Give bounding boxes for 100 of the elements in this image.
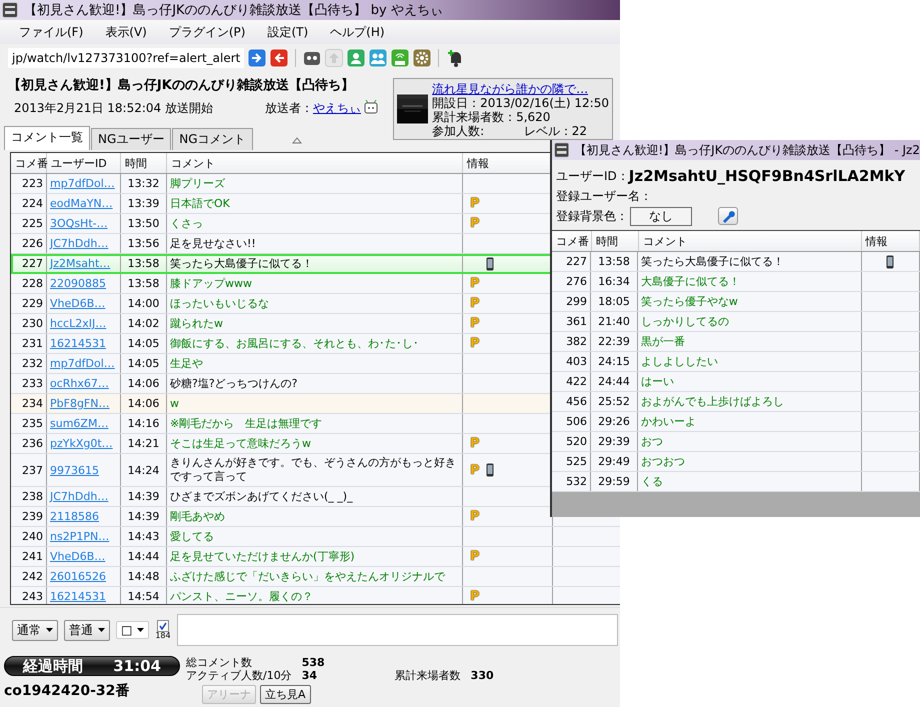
- check-icon: [158, 622, 167, 630]
- comment-text: そこは生足って意味だろうw: [167, 434, 463, 453]
- menu-item[interactable]: プラグイン(P): [158, 22, 256, 42]
- broadcast-icon[interactable]: [391, 49, 410, 67]
- menu-item[interactable]: 表示(V): [94, 22, 158, 42]
- row-number: 242: [11, 567, 47, 586]
- column-header[interactable]: コメ番: [552, 231, 592, 251]
- window-title: 【初見さん歓迎!】島っ仔JKののんびり雑談放送【凸待ち】 - Jz2: [574, 142, 920, 158]
- column-header[interactable]: コメ番: [11, 153, 47, 173]
- color-dropdown[interactable]: □: [116, 621, 150, 639]
- anonymous-label: 184: [155, 632, 171, 640]
- comment-text: パンスト、ニーソ。履くの？: [167, 587, 463, 604]
- user-id-link[interactable]: VheD6B…: [50, 550, 106, 563]
- column-header[interactable]: コメント: [167, 153, 463, 173]
- stat-value: 538: [302, 656, 325, 669]
- start-time: 2013年2月21日 18:52:04 放送開始: [14, 100, 213, 117]
- size-dropdown[interactable]: 普通: [64, 620, 110, 640]
- comment-text: 足を見せていただけませんか(丁寧形): [167, 547, 463, 566]
- tab[interactable]: コメント一覧: [4, 126, 90, 150]
- background-color-field[interactable]: なし: [630, 206, 692, 226]
- row-number: 223: [11, 174, 47, 193]
- column-header[interactable]: 時間: [592, 231, 639, 251]
- premium-label: P: [470, 464, 480, 476]
- row-number: 299: [552, 292, 592, 311]
- time-cell: 14:06: [121, 374, 167, 393]
- user-id-link[interactable]: ns2P1PN…: [50, 530, 110, 543]
- broadcaster-label: 放送者：: [264, 100, 313, 117]
- time-cell: 14:44: [121, 547, 167, 566]
- url-field[interactable]: jp/watch/lv127373100?ref=alert_alert: [8, 48, 244, 68]
- comment-text: 脚プリーズ: [167, 174, 463, 193]
- collapse-icon[interactable]: [292, 137, 302, 144]
- robot-icon[interactable]: [303, 49, 322, 67]
- tab[interactable]: NGコメント: [172, 128, 253, 150]
- menu-item[interactable]: 設定(T): [256, 22, 320, 42]
- row-number: 234: [11, 394, 47, 413]
- seat-button[interactable]: 立ち見A: [260, 685, 311, 704]
- column-header[interactable]: ユーザーID: [47, 153, 121, 173]
- menu-item[interactable]: ファイル(F): [8, 22, 94, 42]
- user-id-link[interactable]: eodMaYN…: [50, 197, 113, 210]
- column-header[interactable]: コメント: [638, 231, 862, 251]
- comment-text: ひざまでズボンあげてください(_ _)_: [167, 487, 463, 506]
- time-cell: 22:39: [591, 332, 638, 351]
- user-id-link[interactable]: ocRhx67…: [50, 377, 109, 390]
- time-cell: 24:44: [591, 372, 638, 391]
- user-id-link[interactable]: sum6ZM…: [50, 417, 108, 430]
- comment-text: 生足や: [167, 354, 463, 373]
- open-date: 開設日：2013/02/16(土) 12:50: [432, 96, 609, 110]
- user-id-link[interactable]: mp7dfDol…: [50, 177, 115, 190]
- user-icon[interactable]: [347, 49, 366, 67]
- row-number: 520: [552, 432, 592, 451]
- user-id-link[interactable]: 9973615: [50, 464, 99, 476]
- row-number: 240: [11, 527, 47, 546]
- broadcaster-link[interactable]: やえちぃ: [312, 100, 361, 117]
- row-number: 456: [552, 392, 592, 411]
- user-id-link[interactable]: VheD6B…: [50, 297, 106, 310]
- room-label: co1942420-32番: [4, 682, 130, 700]
- time-cell: 29:39: [591, 432, 638, 451]
- user-id-link[interactable]: 3OQsHt-…: [50, 217, 108, 230]
- user-id-link[interactable]: hccL2xIJ…: [50, 317, 106, 330]
- face-icon: [364, 100, 378, 114]
- settings-button[interactable]: [718, 207, 738, 225]
- user-id-link[interactable]: JC7hDdh…: [50, 490, 108, 503]
- users-icon[interactable]: [369, 49, 388, 67]
- time-cell: 13:39: [121, 194, 167, 213]
- comment-input[interactable]: [176, 614, 618, 646]
- comment-text: かわいーよ: [638, 412, 862, 431]
- comment-text: 剛毛あやめ: [167, 507, 463, 526]
- time-cell: 29:49: [591, 452, 638, 471]
- user-id-link[interactable]: JC7hDdh…: [50, 237, 108, 250]
- participants-label: 参加人数:: [432, 124, 484, 138]
- row-number: 422: [552, 372, 592, 391]
- command-dropdown[interactable]: 通常: [12, 620, 58, 640]
- connect-icon[interactable]: [248, 49, 266, 67]
- comment-text: およがんでも上歩けばよろし: [638, 392, 862, 411]
- column-header[interactable]: 情報: [862, 231, 920, 251]
- comment-text: 日本語でOK: [167, 194, 463, 213]
- comment-text: くる: [638, 472, 862, 491]
- row-number: 238: [11, 487, 47, 506]
- user-id-link[interactable]: 22090885: [50, 277, 106, 290]
- stat-value: 330: [470, 669, 494, 682]
- menu-item[interactable]: ヘルプ(H): [319, 22, 396, 42]
- disconnect-icon[interactable]: [270, 49, 288, 67]
- premium-label: P: [470, 590, 480, 603]
- tab[interactable]: NGユーザー: [91, 128, 172, 150]
- anonymous-checkbox[interactable]: [156, 620, 169, 632]
- gear-icon[interactable]: [413, 49, 432, 67]
- user-id-link[interactable]: 16214531: [50, 590, 106, 603]
- user-id-link[interactable]: PbF8gFN…: [50, 397, 110, 410]
- user-id-link[interactable]: Jz2Msaht…: [50, 257, 110, 270]
- community-link[interactable]: 流れ星見ながら誰かの隣で…: [432, 82, 609, 96]
- row-number: 532: [552, 472, 592, 491]
- user-id-link[interactable]: mp7dfDol…: [50, 357, 115, 370]
- comment-text: 笑ったら大島優子に似てる！: [167, 254, 463, 273]
- user-id-link[interactable]: pzYkXg0t…: [50, 437, 113, 450]
- column-header[interactable]: 時間: [121, 153, 167, 173]
- user-id-link[interactable]: 2118586: [50, 510, 99, 523]
- user-id-link[interactable]: 16214531: [50, 337, 106, 350]
- time-cell: 13:58: [121, 254, 167, 273]
- level-text: レベル：22: [524, 124, 588, 138]
- user-id-link[interactable]: 26016526: [50, 570, 106, 583]
